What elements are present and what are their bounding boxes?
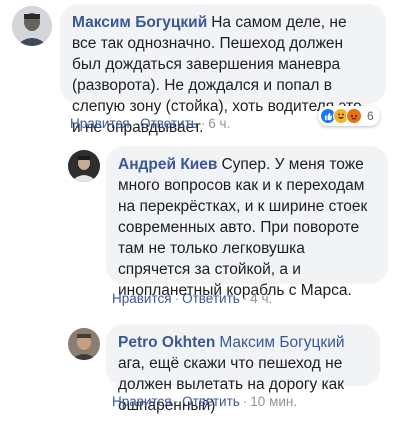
comment-timestamp[interactable]: 6 ч. [208,116,230,131]
separator: · [174,291,180,306]
comment-author[interactable]: Максим Богуцкий [72,14,207,31]
profile-photo-icon [68,150,100,182]
separator: · [132,116,138,131]
comment-1: Максим Богуцкий На самом деле, не все так… [0,0,412,136]
comment-mention[interactable]: Максим Богуцкий [219,334,344,351]
separator: · [242,394,248,409]
comment-author[interactable]: Petro Okhten [118,334,215,351]
comment-text: Супер. У меня тоже много вопросов как и … [118,156,368,299]
comment-author[interactable]: Андрей Киев [118,156,217,173]
comment-actions: Нравится · Ответить · 6 ч. [70,116,230,131]
comment-timestamp[interactable]: 10 мин. [250,394,297,409]
profile-photo-icon [12,6,52,46]
separator: · [174,394,180,409]
reactions-summary[interactable]: 6 [318,106,380,126]
like-button[interactable]: Нравится [112,394,172,409]
avatar[interactable] [68,150,100,182]
separator: · [200,116,206,131]
separator: · [242,291,248,306]
comment-3: Petro Okhten Максим Богуцкий ага, ещё ска… [0,318,412,422]
comment-timestamp[interactable]: 4 ч. [250,291,272,306]
avatar[interactable] [12,6,52,46]
like-button[interactable]: Нравится [70,116,130,131]
comment-bubble: Андрей Киев Супер. У меня тоже много вопр… [106,146,388,299]
like-button[interactable]: Нравится [112,291,172,306]
comment-bubble: Petro Okhten Максим Богуцкий ага, ещё ска… [106,324,380,414]
comment-2: Андрей Киев Супер. У меня тоже много вопр… [0,140,412,310]
comment-actions: Нравится · Ответить · 10 мин. [112,394,297,409]
avatar[interactable] [68,328,100,360]
reply-button[interactable]: Ответить [182,291,240,306]
reply-button[interactable]: Ответить [140,116,198,131]
comment-actions: Нравится · Ответить · 4 ч. [112,291,272,306]
reaction-count: 6 [367,109,374,123]
profile-photo-icon [68,328,100,360]
angry-icon [346,108,362,124]
reply-button[interactable]: Ответить [182,394,240,409]
comment-bubble: Максим Богуцкий На самом деле, не все так… [60,4,386,136]
